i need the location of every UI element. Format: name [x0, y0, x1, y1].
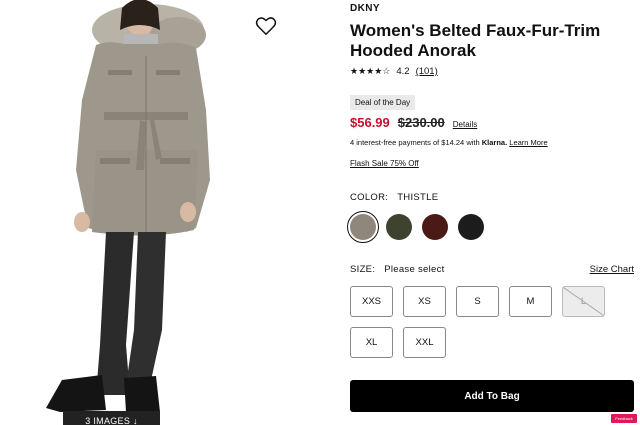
color-label: COLOR: THISTLE: [350, 192, 438, 203]
klarna-info: 4 interest-free payments of $14.24 with …: [350, 138, 548, 147]
heart-icon[interactable]: [255, 15, 277, 37]
feedback-tab[interactable]: Feedback: [611, 414, 637, 423]
swatch-olive[interactable]: [386, 214, 412, 240]
selected-color: THISTLE: [397, 192, 439, 203]
size-option-xxs[interactable]: XXS: [350, 286, 393, 317]
review-count-link[interactable]: (101): [416, 66, 438, 77]
size-option-m[interactable]: M: [509, 286, 552, 317]
klarna-text: 4 interest-free payments of $14.24 with: [350, 138, 480, 147]
deal-badge: Deal of the Day: [350, 95, 416, 110]
sale-price: $56.99: [350, 115, 390, 130]
original-price: $230.00: [397, 115, 445, 130]
klarna-logo: Klarna.: [481, 138, 508, 147]
size-header: SIZE: Please select Size Chart: [350, 264, 634, 275]
star-rating-icon: ★★★★☆: [350, 66, 391, 76]
size-prompt: Please select: [384, 264, 445, 275]
product-photo[interactable]: [0, 0, 292, 425]
size-option-xxl[interactable]: XXL: [403, 327, 446, 358]
rating-row[interactable]: ★★★★☆ 4.2 (101): [350, 66, 438, 77]
flash-sale-link[interactable]: Flash Sale 75% Off: [350, 159, 419, 168]
price-details-link[interactable]: Details: [453, 120, 477, 129]
size-option-xl[interactable]: XL: [350, 327, 393, 358]
color-heading: COLOR:: [350, 192, 389, 203]
product-image-area: 3 IMAGES ↓: [0, 0, 292, 425]
swatch-thistle[interactable]: [347, 211, 379, 243]
swatch-black[interactable]: [458, 214, 484, 240]
product-title: Women's Belted Faux-Fur-Trim Hooded Anor…: [350, 21, 601, 60]
rating-value: 4.2: [396, 66, 410, 77]
size-option-l[interactable]: L: [562, 286, 605, 317]
klarna-learn-more-link[interactable]: Learn More: [509, 138, 547, 147]
size-chart-link[interactable]: Size Chart: [590, 264, 634, 275]
size-heading: SIZE:: [350, 264, 376, 275]
brand-name[interactable]: DKNY: [350, 3, 380, 14]
color-swatches: [347, 211, 484, 243]
view-images-button[interactable]: 3 IMAGES ↓: [63, 411, 160, 425]
add-to-bag-button[interactable]: Add To Bag: [350, 380, 634, 412]
size-option-s[interactable]: S: [456, 286, 499, 317]
size-option-xs[interactable]: XS: [403, 286, 446, 317]
swatch-burgundy[interactable]: [422, 214, 448, 240]
price-row: $56.99 $230.00 Details: [350, 115, 477, 130]
